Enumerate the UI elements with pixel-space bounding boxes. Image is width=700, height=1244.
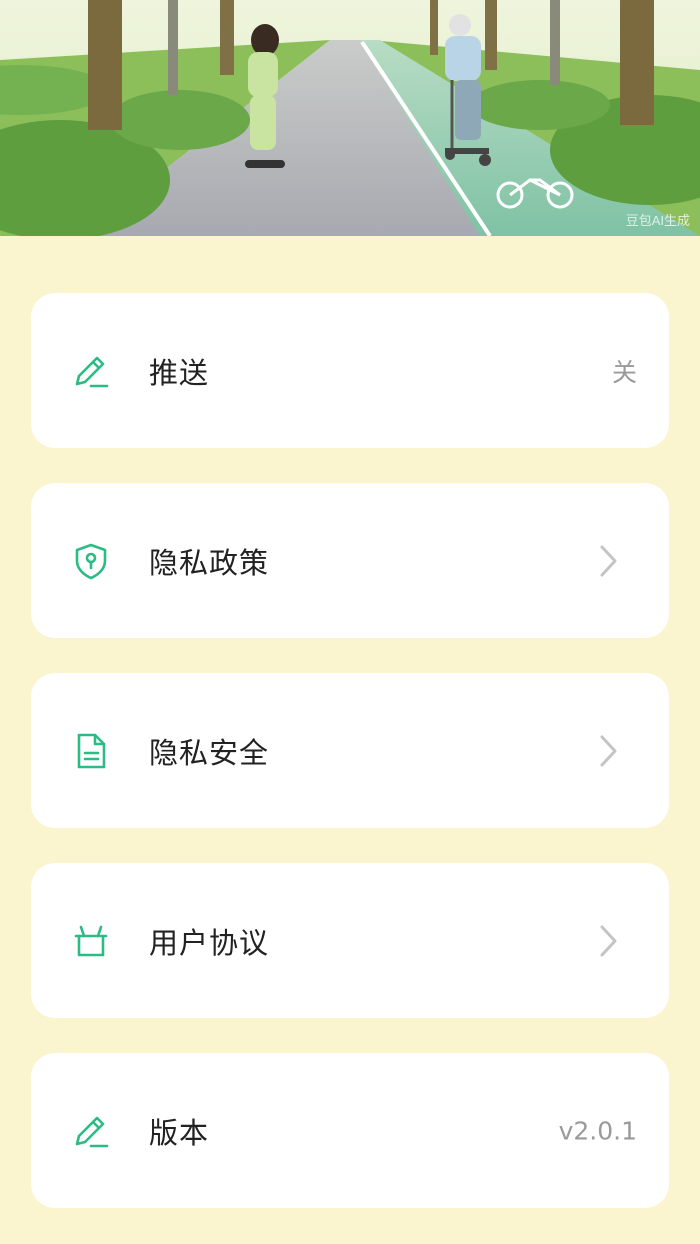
chevron-right-icon <box>600 735 617 766</box>
settings-item-label: 推送 <box>149 355 210 390</box>
settings-item-label: 版本 <box>149 1115 210 1150</box>
header-illustration: 豆包AI生成 <box>0 0 700 236</box>
settings-page: 豆包AI生成 推送 关 隐私政策 隐私安全 用户协议 版本 v2.0.1 <box>0 0 700 1244</box>
settings-item-label: 隐私政策 <box>149 545 270 580</box>
pencil-icon <box>71 1111 111 1151</box>
settings-list: 推送 关 隐私政策 隐私安全 用户协议 版本 v2.0.1 <box>31 293 669 1243</box>
basket-icon <box>71 921 111 961</box>
settings-item-push[interactable]: 推送 关 <box>31 293 669 448</box>
settings-item-privacy-policy[interactable]: 隐私政策 <box>31 483 669 638</box>
chevron-right-icon <box>600 545 617 576</box>
push-status-value: 关 <box>611 357 637 387</box>
pencil-icon <box>71 351 111 391</box>
document-icon <box>71 731 111 771</box>
park-path-illustration <box>0 0 700 236</box>
version-value: v2.0.1 <box>558 1116 637 1145</box>
settings-item-user-agreement[interactable]: 用户协议 <box>31 863 669 1018</box>
shield-lock-icon <box>71 541 111 581</box>
settings-item-version[interactable]: 版本 v2.0.1 <box>31 1053 669 1208</box>
watermark-text: 豆包AI生成 <box>625 213 690 228</box>
settings-item-privacy-security[interactable]: 隐私安全 <box>31 673 669 828</box>
settings-item-label: 用户协议 <box>149 925 270 960</box>
settings-item-label: 隐私安全 <box>149 735 270 770</box>
chevron-right-icon <box>600 925 617 956</box>
